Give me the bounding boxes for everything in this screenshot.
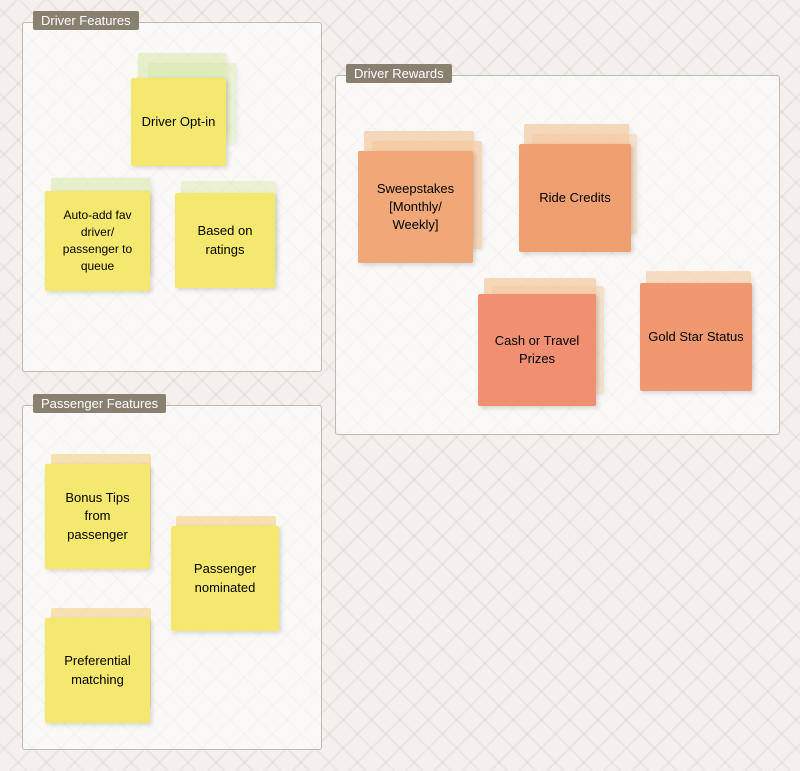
sweepstakes-note[interactable]: Sweepstakes [Monthly/ Weekly] [358, 151, 473, 263]
passenger-nominated-note[interactable]: Passenger nominated [171, 526, 279, 631]
driver-features-section: Driver Features Driver Opt-in Auto-add f… [22, 22, 322, 372]
auto-add-note[interactable]: Auto-add fav driver/ passenger to queue [45, 191, 150, 291]
passenger-features-section: Passenger Features Bonus Tips from passe… [22, 405, 322, 750]
ride-credits-note[interactable]: Ride Credits [519, 144, 631, 252]
driver-features-label: Driver Features [33, 11, 139, 30]
driver-rewards-section: Driver Rewards Sweepstakes [Monthly/ Wee… [335, 75, 780, 435]
preferential-matching-note[interactable]: Preferential matching [45, 618, 150, 723]
passenger-features-label: Passenger Features [33, 394, 166, 413]
driver-opt-in-note[interactable]: Driver Opt-in [131, 78, 226, 166]
based-on-ratings-note[interactable]: Based on ratings [175, 193, 275, 288]
bonus-tips-note[interactable]: Bonus Tips from passenger [45, 464, 150, 569]
driver-rewards-label: Driver Rewards [346, 64, 452, 83]
cash-prizes-note[interactable]: Cash or Travel Prizes [478, 294, 596, 406]
gold-star-note[interactable]: Gold Star Status [640, 283, 752, 391]
